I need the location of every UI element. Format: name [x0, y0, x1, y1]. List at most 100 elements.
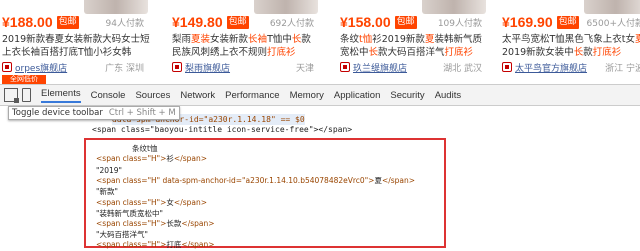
- code-line[interactable]: 条纹t恤: [132, 144, 157, 154]
- tab-network[interactable]: Network: [180, 90, 215, 101]
- code-line[interactable]: "2019": [96, 166, 122, 176]
- text-node: 条纹t恤: [132, 144, 158, 153]
- shop-row[interactable]: 梨雨旗舰店: [172, 61, 230, 74]
- price-row: ¥188.00 包邮: [2, 13, 79, 31]
- price-row: ¥158.00 包邮: [340, 13, 417, 31]
- tab-memory[interactable]: Memory: [290, 90, 324, 101]
- tag-content: 女: [166, 198, 174, 207]
- close-tag: </span>: [381, 176, 416, 185]
- device-toolbar-icon[interactable]: [22, 88, 31, 102]
- code-line[interactable]: <span class="H">衫</span>: [96, 154, 207, 164]
- shop-row[interactable]: 太平鸟官方旗舰店: [502, 61, 587, 74]
- title-text: 2019新款春夏女装新款大码女士短上衣长袖百搭打底T恤小衫女韩: [2, 34, 150, 58]
- code-line[interactable]: "装韩新气质宽松中": [96, 209, 163, 219]
- span-line: <span class="baoyou-intitle icon-service…: [92, 125, 353, 134]
- product-title[interactable]: 条纹t恤衫2019新款夏装韩新气质宽松中长款大码百搭洋气打底衫: [340, 33, 488, 59]
- shop-icon: [502, 62, 512, 72]
- sold-count: 94人付款: [105, 19, 144, 29]
- product-image[interactable]: [254, 0, 318, 14]
- text-node: "新款": [96, 187, 118, 196]
- product-image[interactable]: [84, 0, 148, 14]
- product-image[interactable]: [584, 0, 640, 14]
- close-tag: </span>: [181, 240, 215, 249]
- shop-link[interactable]: 梨雨旗舰店: [185, 61, 230, 74]
- shop-link[interactable]: 玖兰缇旗舰店: [353, 61, 407, 74]
- free-shipping-badge: 包邮: [226, 15, 249, 29]
- shop-icon: [2, 62, 12, 72]
- product-card[interactable]: ¥169.90 包邮 6500+人付款太平鸟宽松T恤黑色飞象上衣t女夏 2019新款女…: [500, 0, 640, 84]
- code-line[interactable]: <span class="H">打底</span>: [96, 240, 215, 250]
- shop-location: 广东 深圳: [105, 64, 144, 74]
- highlight-box: 条纹t恤 <span class="H">衫</span> "2019" <span …: [84, 138, 446, 250]
- tag-content: 打底: [166, 240, 182, 249]
- tooltip-label: Toggle device toolbar: [12, 108, 103, 118]
- title-text: 款: [583, 47, 593, 58]
- sold-count: 109人付款: [437, 19, 482, 29]
- tab-sources[interactable]: Sources: [135, 90, 170, 101]
- product-title[interactable]: 太平鸟宽松T恤黑色飞象上衣t女夏 2019新款女装中长款打底衫: [502, 33, 640, 59]
- shop-icon: [340, 62, 350, 72]
- open-tag: <span class="H">: [96, 154, 167, 163]
- promo-tag: 全网低价: [2, 75, 46, 84]
- title-text: 太平鸟宽松T恤黑色飞象上衣t女: [502, 34, 636, 45]
- title-text: 条纹: [340, 34, 360, 45]
- open-tag: <span class="H">: [96, 240, 167, 249]
- text-node: "大码百搭洋气": [96, 230, 148, 239]
- code-line-span[interactable]: <span class="baoyou-intitle icon-service…: [92, 124, 352, 135]
- code-line[interactable]: <span class="H">长款</span>: [96, 219, 215, 229]
- shop-location: 天津: [295, 64, 314, 74]
- price-row: ¥169.90 包邮: [502, 13, 579, 31]
- product-price: ¥188.00: [2, 14, 53, 30]
- close-tag: </span>: [173, 198, 208, 207]
- tab-security[interactable]: Security: [390, 90, 424, 101]
- tab-application[interactable]: Application: [334, 90, 380, 101]
- text-node: "装韩新气质宽松中": [96, 209, 163, 218]
- open-tag: <span class="H">: [96, 198, 167, 207]
- tag-content: 衫: [166, 154, 174, 163]
- close-tag: </span>: [173, 154, 208, 163]
- shop-link[interactable]: 太平鸟官方旗舰店: [515, 61, 587, 74]
- keyword-highlight: 打底衫: [592, 47, 622, 58]
- keyword-highlight: 夏装: [191, 34, 211, 45]
- product-grid: ¥188.00 包邮 94人付款 2019新款春夏女装新款大码女士短上衣长袖百搭打底T…: [0, 0, 640, 84]
- title-text: 衫2019新款: [372, 34, 425, 45]
- product-card[interactable]: ¥158.00 包邮 109人付款条纹t恤衫2019新款夏装韩新气质宽松中长款大码百…: [338, 0, 490, 84]
- keyword-highlight: 长: [368, 47, 379, 58]
- title-text: T恤中: [267, 34, 292, 45]
- product-title[interactable]: 2019新款春夏女装新款大码女士短上衣长袖百搭打底T恤小衫女韩: [2, 33, 150, 59]
- product-card[interactable]: ¥149.80 包邮 692人付款梨雨夏装女装新款长袖T恤中长款民族风刺绣上衣不规则…: [170, 0, 322, 84]
- shop-location: 浙江 宁波: [605, 64, 640, 74]
- code-line[interactable]: "大码百搭洋气": [96, 230, 148, 240]
- keyword-highlight: 长袖: [248, 34, 268, 45]
- devtools-tabbar: Elements Console Sources Network Performance…: [0, 84, 640, 106]
- close-tag: </span>: [181, 219, 215, 228]
- keyword-highlight: 打底衫: [267, 47, 296, 58]
- title-text: 梨雨: [172, 34, 192, 45]
- tooltip-shortcut: Ctrl + Shift + M: [108, 108, 176, 118]
- product-card[interactable]: ¥188.00 包邮 94人付款 2019新款春夏女装新款大码女士短上衣长袖百搭打底T…: [0, 0, 152, 84]
- free-shipping-badge: 包邮: [394, 15, 417, 29]
- product-image[interactable]: [422, 0, 486, 14]
- free-shipping-badge: 包邮: [56, 15, 79, 29]
- price-row: ¥149.80 包邮: [172, 13, 249, 31]
- code-line[interactable]: <span class="H" data-spm-anchor-id="a230…: [96, 176, 415, 186]
- tab-console[interactable]: Console: [91, 90, 126, 101]
- shop-row[interactable]: orpes旗舰店: [2, 61, 67, 74]
- keyword-highlight: 夏: [635, 34, 640, 45]
- sold-count: 6500+人付款: [586, 19, 640, 29]
- open-tag: <span class="H" data-spm-anchor-id="a230…: [96, 176, 375, 185]
- shop-link[interactable]: orpes旗舰店: [15, 61, 67, 74]
- sold-count: 692人付款: [269, 19, 314, 29]
- tab-elements[interactable]: Elements: [41, 88, 81, 103]
- code-line[interactable]: "新款": [96, 187, 118, 197]
- free-shipping-badge: 包邮: [556, 15, 579, 29]
- tab-audits[interactable]: Audits: [435, 90, 461, 101]
- shop-icon: [172, 62, 182, 72]
- product-title[interactable]: 梨雨夏装女装新款长袖T恤中长款民族风刺绣上衣不规则打底衫: [172, 33, 320, 59]
- shop-location: 湖北 武汉: [443, 64, 482, 74]
- tab-performance[interactable]: Performance: [225, 90, 279, 101]
- inspect-element-icon[interactable]: [4, 88, 19, 103]
- code-line[interactable]: <span class="H">女</span>: [96, 198, 207, 208]
- shop-row[interactable]: 玖兰缇旗舰店: [340, 61, 407, 74]
- device-toolbar-tooltip: Toggle device toolbar Ctrl + Shift + M: [8, 106, 180, 120]
